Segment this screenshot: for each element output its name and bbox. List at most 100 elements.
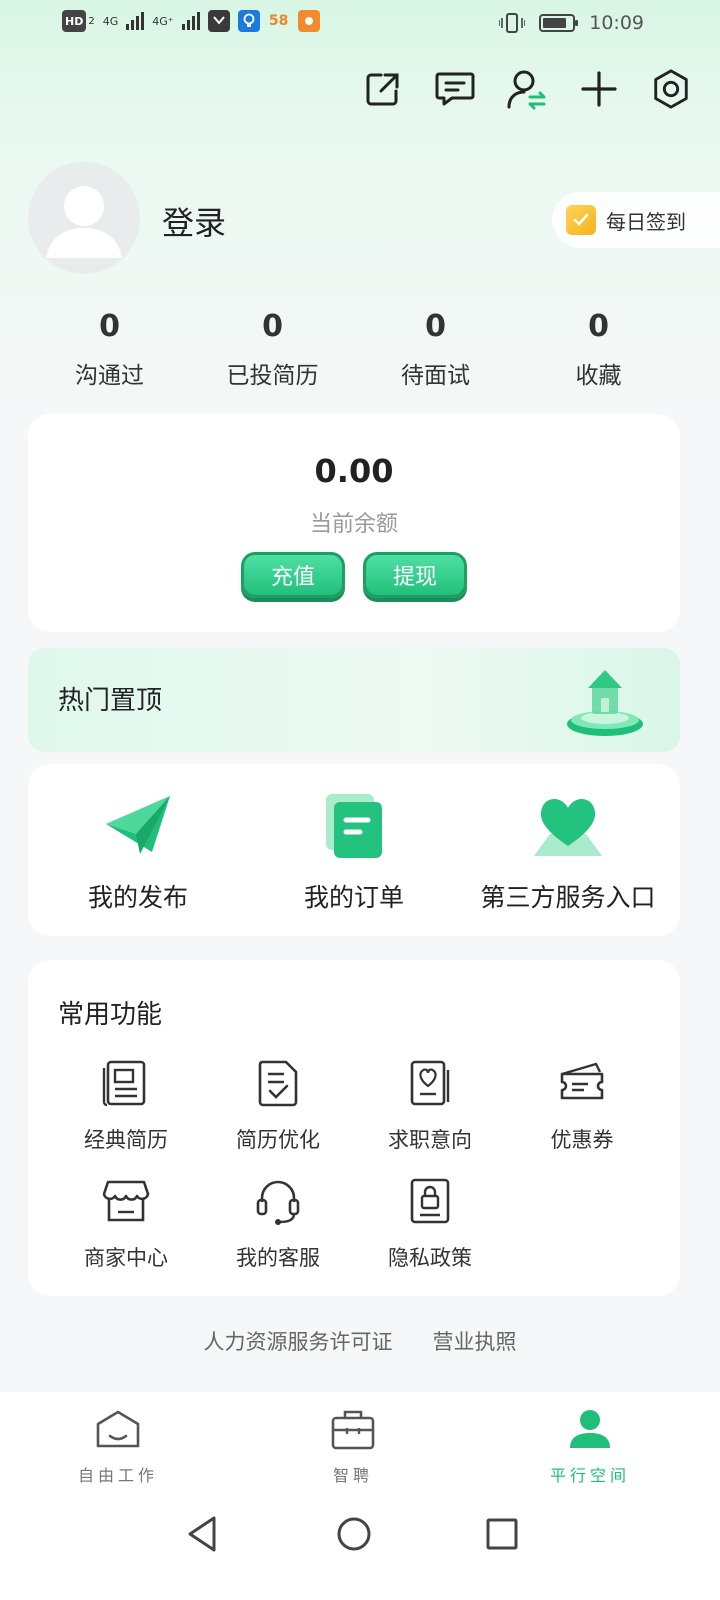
signal-1-label: 4G (102, 14, 119, 28)
add-icon[interactable] (578, 66, 620, 112)
my-orders-label: 我的订单 (303, 883, 404, 912)
app-58-icon: 58 (268, 10, 290, 32)
stat-value: 0 (425, 309, 446, 344)
classic-resume-item[interactable]: 经典简历 (50, 1058, 202, 1154)
switch-identity-icon[interactable] (506, 66, 548, 112)
status-left: HD 2 4G 4G⁺ 58 (62, 10, 320, 32)
coupon-item[interactable]: 优惠券 (506, 1058, 658, 1154)
headset-icon (256, 1180, 300, 1225)
my-posts-label: 我的发布 (87, 883, 188, 912)
checkin-calendar-icon (566, 205, 596, 235)
default-avatar-icon (46, 186, 122, 258)
stat-value: 0 (588, 309, 609, 344)
battery-fill (543, 18, 566, 28)
third-party-label: 第三方服务入口 (480, 883, 656, 912)
common-functions-title: 常用功能 (58, 1000, 163, 1030)
stats-row: 0 沟通过 0 已投简历 0 待面试 0 收藏 (28, 306, 692, 390)
stat-label: 已投简历 (226, 363, 319, 389)
signal-bars-icon (126, 12, 145, 30)
system-nav-bar (0, 1488, 720, 1600)
home-icon (96, 1410, 140, 1448)
stat-label: 沟通过 (75, 363, 144, 389)
status-bar: HD 2 4G 4G⁺ 58 10:09 (0, 0, 720, 48)
stat-value: 0 (99, 309, 120, 344)
app-notification-icon (207, 10, 230, 32)
my-orders-entry[interactable]: 我的订单 (244, 790, 464, 914)
hot-top-banner[interactable]: 热门置顶 (28, 648, 680, 752)
common-functions-card: 常用功能 经典简历 简历优化 求职意向 优惠券 商家中心 我的客服 隐私政策 (28, 960, 680, 1296)
resume-optimize-item[interactable]: 简历优化 (202, 1058, 354, 1154)
tab-parallel-space-label: 平行空间 (549, 1466, 630, 1485)
customer-service-item[interactable]: 我的客服 (202, 1176, 354, 1272)
hd-label: HD (65, 14, 84, 28)
hr-license-link[interactable]: 人力资源服务许可证 (204, 1326, 393, 1356)
resume-check-icon (258, 1060, 298, 1107)
footer-links: 人力资源服务许可证 营业执照 (0, 1326, 720, 1356)
third-party-entry[interactable]: 第三方服务入口 (458, 790, 678, 914)
classic-resume-label: 经典简历 (84, 1128, 168, 1152)
resume-optimize-label: 简历优化 (236, 1128, 320, 1152)
tab-free-work-label: 自由工作 (77, 1466, 158, 1485)
orange-app-icon (297, 10, 320, 32)
hd-badge: HD (62, 10, 87, 32)
settings-icon[interactable] (650, 66, 692, 112)
signal-bars-icon (181, 12, 200, 30)
stat-value: 0 (262, 309, 283, 344)
checkin-label: 每日签到 (606, 209, 686, 234)
customer-service-label: 我的客服 (236, 1246, 320, 1270)
back-nav-icon[interactable] (178, 1510, 226, 1558)
privacy-policy-item[interactable]: 隐私政策 (354, 1176, 506, 1272)
job-intent-label: 求职意向 (388, 1128, 472, 1152)
stat-favorites[interactable]: 0 收藏 (517, 306, 680, 390)
message-icon[interactable] (434, 66, 476, 112)
stat-communicated[interactable]: 0 沟通过 (28, 306, 191, 390)
hd-sub: 2 (88, 15, 95, 27)
resume-icon (102, 1060, 146, 1107)
coupon-icon (560, 1062, 604, 1100)
bulb-app-icon (237, 10, 260, 32)
privacy-policy-label: 隐私政策 (388, 1246, 472, 1270)
recents-nav-icon[interactable] (478, 1510, 526, 1558)
my-posts-entry[interactable]: 我的发布 (28, 790, 248, 914)
withdraw-button[interactable]: 提现 (363, 552, 467, 598)
store-icon (102, 1180, 150, 1222)
share-icon[interactable] (362, 66, 404, 112)
pin-home-icon (567, 670, 643, 736)
login-label[interactable]: 登录 (162, 198, 226, 244)
tab-smart-recruit[interactable]: 智聘 (273, 1406, 433, 1486)
quick-entries-card: 我的发布 我的订单 第三方服务入口 (28, 764, 680, 936)
app-58-label: 58 (268, 13, 289, 29)
balance-card: 0.00 当前余额 充值 提现 (28, 414, 680, 632)
coupon-label: 优惠券 (550, 1128, 614, 1152)
heart-icon (534, 799, 602, 856)
job-intent-item[interactable]: 求职意向 (354, 1058, 506, 1154)
status-right: 10:09 (499, 12, 644, 34)
stat-label: 待面试 (401, 363, 470, 389)
tab-free-work[interactable]: 自由工作 (38, 1406, 198, 1486)
recharge-button[interactable]: 充值 (241, 552, 345, 598)
daily-checkin-button[interactable]: 每日签到 (552, 192, 720, 248)
briefcase-icon (331, 1410, 375, 1450)
tab-parallel-space[interactable]: 平行空间 (510, 1406, 670, 1486)
stat-applied[interactable]: 0 已投简历 (191, 306, 354, 390)
balance-actions: 充值 提现 (28, 552, 680, 598)
stat-interview[interactable]: 0 待面试 (354, 306, 517, 390)
tab-smart-recruit-label: 智聘 (332, 1466, 373, 1485)
bottom-tab-bar: 自由工作 智聘 平行空间 (0, 1392, 720, 1488)
merchant-center-label: 商家中心 (84, 1246, 168, 1270)
battery-icon (539, 14, 579, 32)
order-document-icon (326, 794, 382, 858)
balance-label: 当前余额 (309, 512, 398, 537)
privacy-lock-icon (410, 1178, 450, 1224)
balance-amount: 0.00 (314, 452, 394, 490)
avatar[interactable] (28, 162, 140, 274)
top-actions (362, 66, 692, 112)
job-intent-icon (410, 1060, 450, 1106)
hot-top-title: 热门置顶 (58, 686, 163, 716)
business-license-link[interactable]: 营业执照 (433, 1326, 517, 1356)
stat-label: 收藏 (575, 363, 622, 389)
home-nav-icon[interactable] (330, 1510, 378, 1558)
status-time: 10:09 (589, 12, 644, 34)
merchant-center-item[interactable]: 商家中心 (50, 1176, 202, 1272)
paper-plane-icon (106, 796, 170, 854)
